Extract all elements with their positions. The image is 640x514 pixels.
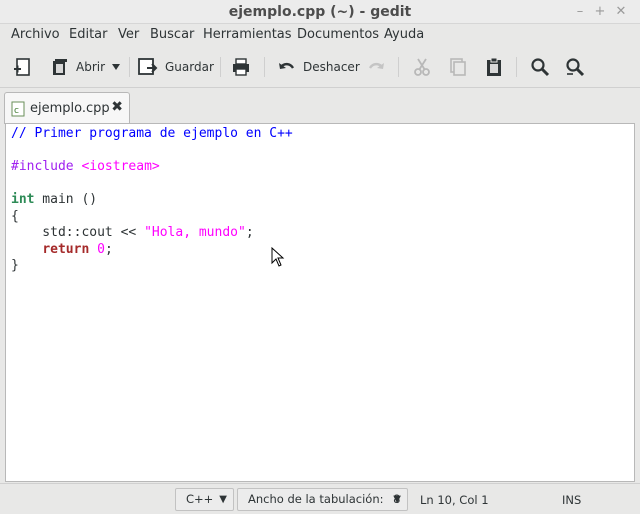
tab-label: ejemplo.cpp <box>30 101 110 116</box>
code-line: std::cout << "Hola, mundo"; <box>11 225 254 240</box>
chevron-down-icon <box>112 64 120 70</box>
redo-icon <box>368 62 384 69</box>
undo-label: Deshacer <box>303 60 360 74</box>
search-replace-icon <box>566 58 585 77</box>
maximize-button[interactable]: + <box>591 3 609 21</box>
cut-button[interactable] <box>412 55 432 79</box>
menu-bar: Archivo Editar Ver Buscar Herramientas D… <box>0 24 640 46</box>
search-replace-button[interactable] <box>565 55 585 79</box>
recent-files-dropdown[interactable] <box>110 55 122 79</box>
toolbar-separator <box>220 57 221 77</box>
tab-width-label: Ancho de la tabulación: <box>248 492 384 506</box>
toolbar-separator <box>398 57 399 77</box>
new-document-button[interactable] <box>13 55 33 79</box>
code-editor[interactable]: // Primer programa de ejemplo en C++ #in… <box>5 123 635 482</box>
insert-mode: INS <box>562 493 582 507</box>
chevron-down-icon: ▼ <box>393 494 401 505</box>
search-button[interactable] <box>530 55 550 79</box>
close-window-button[interactable]: ✕ <box>612 3 630 21</box>
tab-ejemplo-cpp[interactable]: c ejemplo.cpp ✖ <box>4 92 130 124</box>
chevron-down-icon: ▼ <box>219 494 227 505</box>
document-icon: c <box>11 101 25 117</box>
clipboard-icon <box>487 57 501 76</box>
search-icon <box>531 58 550 77</box>
toolbar: Abrir Guardar Deshacer <box>0 46 640 88</box>
redo-button[interactable] <box>366 55 386 79</box>
copy-icon <box>450 58 466 76</box>
code-area[interactable]: // Primer programa de ejemplo en C++ #in… <box>11 126 293 275</box>
status-bar: C++ ▼ Ancho de la tabulación: 8 ▼ Ln 10,… <box>0 483 640 514</box>
code-line: // Primer programa de ejemplo en C++ <box>11 126 293 141</box>
save-icon <box>138 58 158 75</box>
code-line: return 0; <box>42 241 113 257</box>
close-tab-icon[interactable]: ✖ <box>111 99 123 115</box>
save-label: Guardar <box>165 60 214 74</box>
svg-text:c: c <box>14 106 19 116</box>
language-label: C++ <box>186 492 214 506</box>
copy-button[interactable] <box>448 55 468 79</box>
menu-documentos[interactable]: Documentos <box>297 27 379 42</box>
cursor-position: Ln 10, Col 1 <box>420 493 489 507</box>
window-title: ejemplo.cpp (~) - gedit <box>228 4 412 20</box>
document-tabs: c ejemplo.cpp ✖ <box>0 88 640 124</box>
new-document-icon <box>14 58 30 76</box>
undo-button[interactable]: Deshacer <box>277 55 360 79</box>
menu-herramientas[interactable]: Herramientas <box>203 27 292 42</box>
open-label: Abrir <box>76 60 106 74</box>
toolbar-separator <box>264 57 265 77</box>
save-button[interactable]: Guardar <box>137 55 214 79</box>
title-bar: ejemplo.cpp (~) - gedit – + ✕ <box>0 0 640 24</box>
toolbar-separator <box>516 57 517 77</box>
menu-ver[interactable]: Ver <box>118 27 139 42</box>
code-line: } <box>11 258 19 273</box>
printer-icon <box>233 58 249 76</box>
open-file-icon <box>53 59 67 75</box>
toolbar-separator <box>129 57 130 77</box>
mouse-pointer-icon <box>271 247 285 267</box>
code-line: #include <iostream> <box>11 159 160 174</box>
scissors-icon <box>414 58 430 76</box>
menu-ayuda[interactable]: Ayuda <box>384 27 424 42</box>
menu-archivo[interactable]: Archivo <box>11 27 60 42</box>
menu-buscar[interactable]: Buscar <box>150 27 194 42</box>
code-line: int main () <box>11 192 98 207</box>
code-line: { <box>11 208 19 224</box>
minimize-button[interactable]: – <box>571 3 589 21</box>
language-selector[interactable]: C++ ▼ <box>175 488 234 511</box>
paste-button[interactable] <box>484 55 504 79</box>
open-button[interactable]: Abrir <box>50 55 105 79</box>
tab-width-selector[interactable]: Ancho de la tabulación: 8 ▼ <box>237 488 408 511</box>
print-button[interactable] <box>231 55 251 79</box>
undo-icon <box>279 62 295 69</box>
menu-editar[interactable]: Editar <box>69 27 108 42</box>
